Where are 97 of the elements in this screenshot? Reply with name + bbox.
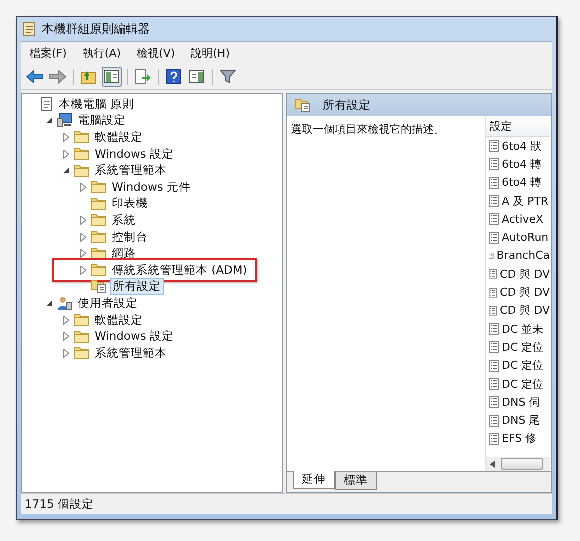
setting-name[interactable]: DNS 尾 [502, 413, 540, 428]
setting-name[interactable]: 6to4 轉 [502, 156, 542, 172]
tree-item[interactable]: 軟體設定 [93, 130, 145, 145]
setting-name[interactable]: CD 與 DV [500, 285, 550, 300]
collapsed-arrow-icon[interactable] [62, 132, 70, 142]
scroll-left-icon[interactable] [490, 460, 495, 468]
settings-folder-icon [91, 279, 107, 294]
setting-name[interactable]: CD 與 DV [500, 266, 550, 282]
setting-name[interactable]: 6to4 狀 [502, 138, 542, 154]
horizontal-scrollbar[interactable] [486, 457, 550, 471]
tree-item[interactable]: 所有設定 [110, 278, 164, 296]
pane-title: 所有設定 [323, 98, 371, 112]
policy-setting-icon [489, 232, 499, 244]
help-button[interactable] [164, 67, 184, 87]
window-title: 本機群組原則編輯器 [42, 20, 150, 38]
collapsed-arrow-icon[interactable] [62, 316, 70, 325]
policy-setting-icon [489, 140, 499, 152]
policy-setting-icon [489, 378, 499, 390]
collapsed-arrow-icon[interactable] [80, 232, 86, 242]
collapsed-arrow-icon[interactable] [80, 249, 86, 258]
collapsed-arrow-icon[interactable] [62, 348, 70, 358]
policy-setting-icon [489, 268, 498, 280]
policy-setting-icon [489, 213, 499, 226]
policy-setting-icon [489, 176, 499, 189]
description-text: 選取一個項目來檢視它的描述。 [291, 123, 445, 136]
setting-name[interactable]: DNS 伺 [502, 394, 540, 410]
tree-item[interactable]: Windows 設定 [93, 329, 176, 344]
tree-item[interactable]: 網路 [110, 246, 138, 262]
folder-icon [74, 130, 90, 144]
setting-name[interactable]: DC 定位 [502, 376, 544, 392]
tab[interactable]: 延伸 [293, 471, 335, 489]
expanded-arrow-icon[interactable] [62, 167, 70, 174]
tree-item[interactable]: 傳統系統管理範本 (ADM) [110, 262, 250, 278]
tree-item[interactable]: Windows 元件 [110, 180, 193, 195]
tree-item[interactable]: 軟體設定 [93, 312, 145, 328]
tree-item[interactable]: Windows 設定 [93, 146, 176, 162]
setting-name[interactable]: DC 並未 [502, 322, 544, 337]
menu-item[interactable]: 執行(A) [80, 44, 124, 63]
collapsed-arrow-icon[interactable] [80, 266, 86, 275]
settings-folder-icon [295, 98, 311, 112]
tree-item[interactable]: 系統管理範本 [93, 163, 169, 178]
policy-setting-icon [489, 286, 498, 299]
folder-icon [91, 230, 107, 244]
tree-item[interactable]: 系統管理範本 [93, 346, 169, 361]
console-tree-button[interactable] [102, 67, 122, 87]
tree-item[interactable]: 系統 [110, 212, 138, 228]
policy-setting-icon [489, 414, 499, 427]
tree-item[interactable]: 控制台 [110, 230, 150, 245]
policy-setting-icon [489, 432, 499, 445]
computer-icon [57, 113, 73, 128]
setting-name[interactable]: DC 定位 [502, 358, 544, 374]
tree-item[interactable]: 電腦設定 [76, 113, 128, 128]
folder-icon [91, 180, 107, 194]
tree-item[interactable]: 本機電腦 原則 [57, 96, 137, 112]
collapsed-arrow-icon[interactable] [80, 216, 86, 225]
document-icon [23, 22, 36, 36]
export-button[interactable] [133, 67, 153, 87]
folder-icon [74, 164, 90, 178]
tree-item[interactable]: 使用者設定 [76, 296, 140, 311]
collapsed-arrow-icon[interactable] [80, 182, 86, 192]
expanded-arrow-icon[interactable] [46, 300, 52, 307]
policy-setting-icon [489, 195, 499, 208]
setting-name[interactable]: A 及 PTR [502, 194, 549, 209]
setting-name[interactable]: 6to4 轉 [502, 175, 542, 190]
setting-name[interactable]: EFS 修 [502, 431, 537, 446]
forward-button[interactable] [48, 67, 68, 87]
collapsed-arrow-icon[interactable] [62, 332, 70, 342]
setting-name[interactable]: BranchCa [496, 249, 550, 262]
folder-icon [74, 147, 90, 162]
setting-name[interactable]: ActiveX [502, 212, 544, 226]
policy-setting-icon [489, 360, 499, 372]
setting-name[interactable]: DC 定位 [502, 340, 544, 355]
folder-icon [91, 263, 107, 278]
policy-setting-icon [489, 158, 499, 170]
menu-item[interactable]: 檔案(F) [27, 44, 70, 63]
back-button[interactable] [25, 67, 45, 87]
expanded-arrow-icon[interactable] [46, 117, 52, 124]
document-icon [40, 96, 54, 112]
tab[interactable]: 標準 [335, 472, 377, 490]
collapsed-arrow-icon[interactable] [62, 150, 70, 159]
folder-icon [91, 196, 107, 211]
folder-icon [74, 346, 90, 360]
policy-setting-icon [489, 396, 499, 408]
tree-item[interactable]: 印表機 [110, 196, 150, 212]
menu-item[interactable]: 說明(H) [188, 44, 233, 63]
policy-setting-icon [489, 341, 499, 354]
folder-icon [74, 313, 90, 328]
policy-setting-icon [489, 323, 499, 336]
folder-icon [91, 246, 107, 261]
user-icon [57, 296, 73, 311]
setting-name[interactable]: AutoRun [502, 231, 549, 244]
menu-item[interactable]: 檢視(V) [134, 44, 178, 63]
folder-icon [74, 330, 90, 344]
status-text: 1715 個設定 [25, 496, 94, 512]
setting-name[interactable]: CD 與 DV [500, 303, 550, 318]
policy-setting-icon [489, 304, 498, 317]
folder-icon [91, 213, 107, 228]
